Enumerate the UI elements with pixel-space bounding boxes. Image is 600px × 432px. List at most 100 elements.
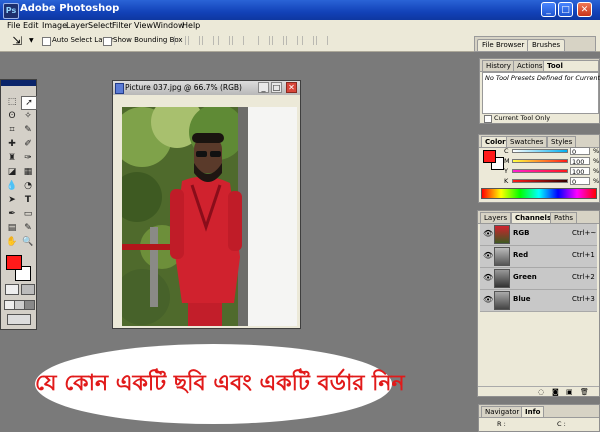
- brush-tool-icon[interactable]: ✐: [21, 138, 35, 150]
- distribute-bottom-icon[interactable]: [286, 36, 298, 45]
- tab-brushes[interactable]: Brushes: [527, 39, 566, 51]
- slice-tool-icon[interactable]: ✎: [21, 124, 35, 136]
- tab-channels[interactable]: Channels: [511, 212, 556, 223]
- zoom-tool-icon[interactable]: 🔍: [21, 236, 35, 248]
- navigator-panel: Navigator Info R : C :: [478, 404, 600, 432]
- document-window: Picture 037.jpg @ 66.7% (RGB) _ □ ✕: [112, 80, 301, 329]
- menu-window[interactable]: Window: [153, 20, 185, 32]
- delete-channel-icon[interactable]: 🗑: [580, 388, 589, 396]
- move-tool-icon[interactable]: ➚: [21, 96, 37, 110]
- type-tool-icon[interactable]: T: [21, 194, 35, 206]
- menu-filter[interactable]: Filter: [112, 20, 132, 32]
- distribute-middle-icon[interactable]: [272, 36, 284, 45]
- menu-select[interactable]: Select: [88, 20, 113, 32]
- path-select-icon[interactable]: ➤: [5, 194, 19, 206]
- screen-mode-full-icon[interactable]: [24, 300, 35, 310]
- doc-minimize-button[interactable]: _: [258, 82, 269, 93]
- distribute-left-icon[interactable]: [302, 36, 314, 45]
- yellow-slider[interactable]: [512, 169, 568, 173]
- channel-row-green[interactable]: 👁 Green Ctrl+2: [480, 268, 597, 290]
- doc-maximize-button[interactable]: □: [271, 82, 282, 93]
- tab-navigator[interactable]: Navigator: [481, 406, 524, 417]
- document-canvas-photo[interactable]: [122, 107, 297, 326]
- eye-icon[interactable]: 👁: [483, 229, 493, 238]
- panel-foreground-swatch[interactable]: [483, 150, 496, 163]
- chevron-down-icon[interactable]: ▼: [29, 37, 34, 44]
- standard-mode-icon[interactable]: [5, 284, 19, 295]
- menu-help[interactable]: Help: [182, 20, 200, 32]
- jump-to-imageready-icon[interactable]: [7, 314, 31, 325]
- tab-swatches[interactable]: Swatches: [506, 136, 548, 147]
- dodge-tool-icon[interactable]: ◔: [21, 180, 35, 192]
- save-selection-icon[interactable]: ◙: [552, 388, 559, 396]
- color-ramp[interactable]: [481, 188, 597, 199]
- load-selection-icon[interactable]: ◌: [538, 388, 544, 396]
- magenta-slider[interactable]: [512, 159, 568, 163]
- distribute-right-icon[interactable]: [316, 36, 328, 45]
- channel-label-y: Y: [504, 167, 508, 175]
- black-value[interactable]: 0: [570, 177, 590, 186]
- tab-paths[interactable]: Paths: [550, 212, 578, 223]
- distribute-top-icon[interactable]: [258, 36, 270, 45]
- bounding-box-checkbox[interactable]: [103, 37, 112, 46]
- doc-close-button[interactable]: ✕: [286, 82, 297, 93]
- notes-tool-icon[interactable]: ▤: [5, 222, 19, 234]
- eye-icon[interactable]: 👁: [483, 251, 493, 260]
- channel-row-blue[interactable]: 👁 Blue Ctrl+3: [480, 290, 597, 312]
- cyan-value[interactable]: 0: [570, 147, 590, 156]
- minimize-button[interactable]: _: [541, 2, 556, 17]
- eraser-tool-icon[interactable]: ◪: [5, 166, 19, 178]
- new-channel-icon[interactable]: ▣: [566, 388, 573, 396]
- lasso-tool-icon[interactable]: ʘ: [5, 110, 19, 122]
- channel-row-rgb[interactable]: 👁 RGB Ctrl+~: [480, 224, 597, 246]
- maximize-button[interactable]: □: [558, 2, 573, 17]
- pen-tool-icon[interactable]: ✒: [5, 208, 19, 220]
- auto-select-checkbox[interactable]: [42, 37, 51, 46]
- photoshop-app-icon[interactable]: Ps: [3, 3, 19, 19]
- crop-tool-icon[interactable]: ⌗: [5, 124, 19, 136]
- move-arrow-icon[interactable]: ⇲: [12, 34, 22, 48]
- yellow-value[interactable]: 100: [570, 167, 590, 176]
- history-brush-icon[interactable]: ✑: [21, 152, 35, 164]
- channel-name: Green: [513, 273, 537, 281]
- black-slider[interactable]: [512, 179, 568, 183]
- eye-icon[interactable]: 👁: [483, 295, 493, 304]
- tab-info[interactable]: Info: [521, 406, 545, 417]
- cyan-slider[interactable]: [512, 149, 568, 153]
- eye-icon[interactable]: 👁: [483, 273, 493, 282]
- menu-layer[interactable]: Layer: [66, 20, 88, 32]
- align-center-icon[interactable]: [232, 36, 244, 45]
- magic-wand-icon[interactable]: ✧: [21, 110, 35, 122]
- clone-stamp-icon[interactable]: ♜: [5, 152, 19, 164]
- align-middle-icon[interactable]: [188, 36, 200, 45]
- tab-layers[interactable]: Layers: [480, 212, 512, 223]
- align-bottom-icon[interactable]: [202, 36, 214, 45]
- channel-row-red[interactable]: 👁 Red Ctrl+1: [480, 246, 597, 268]
- menu-edit[interactable]: Edit: [23, 20, 39, 32]
- tab-file-browser[interactable]: File Browser: [477, 39, 530, 51]
- tab-tool-presets[interactable]: Tool Presets: [543, 60, 599, 80]
- tool-presets-tabs: History Actions Tool Presets: [480, 59, 599, 80]
- tab-actions[interactable]: Actions: [513, 60, 547, 71]
- healing-brush-icon[interactable]: ✚: [5, 138, 19, 150]
- current-tool-only-label: Current Tool Only: [494, 114, 551, 122]
- menu-image[interactable]: Image: [42, 20, 67, 32]
- menu-file[interactable]: File: [7, 20, 20, 32]
- tab-history[interactable]: History: [482, 60, 515, 71]
- marquee-tool-icon[interactable]: ⬚: [5, 96, 19, 108]
- tab-styles[interactable]: Styles: [547, 136, 577, 147]
- gradient-tool-icon[interactable]: ▦: [21, 166, 35, 178]
- align-top-icon[interactable]: [174, 36, 186, 45]
- foreground-color-swatch[interactable]: [6, 255, 22, 270]
- current-tool-only-checkbox[interactable]: [484, 115, 492, 123]
- align-left-icon[interactable]: [218, 36, 230, 45]
- hand-tool-icon[interactable]: ✋: [5, 236, 19, 248]
- menu-view[interactable]: View: [134, 20, 153, 32]
- eyedropper-icon[interactable]: ✎: [21, 222, 35, 234]
- shape-tool-icon[interactable]: ▭: [21, 208, 35, 220]
- magenta-value[interactable]: 100: [570, 157, 590, 166]
- blur-tool-icon[interactable]: 💧: [5, 180, 19, 192]
- close-button[interactable]: ✕: [577, 2, 592, 17]
- quick-mask-icon[interactable]: [21, 284, 35, 295]
- presets-list[interactable]: No Tool Presets Defined for Current Tool: [482, 72, 600, 114]
